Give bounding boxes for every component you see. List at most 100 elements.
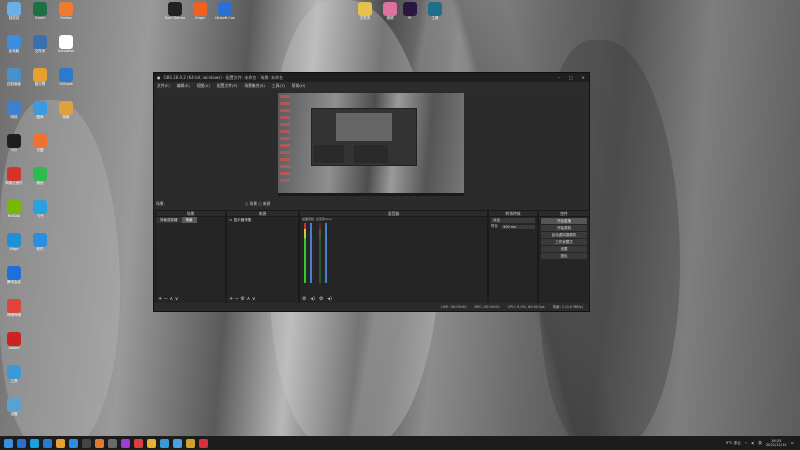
desktop-shortcut[interactable]: Excel [30,2,50,26]
desktop-shortcut[interactable]: 腾讯会议 [4,266,24,290]
taskbar-app-icon[interactable] [121,438,130,448]
virtual-camera-button[interactable]: 启动虚拟摄像机 [541,232,587,238]
speaker-icon[interactable]: ◂) [327,296,331,302]
desktop-shortcut[interactable]: 视频 [380,2,400,26]
desktop-shortcut[interactable]: 猫头鹰 [30,68,50,92]
taskbar-app-icon[interactable] [147,438,156,448]
settings-button[interactable]: 设置 [541,246,587,252]
desktop-shortcut[interactable]: Epic Games Launcher [165,2,185,26]
start-icon[interactable] [4,438,13,448]
menu-help[interactable]: 帮助(H) [292,83,305,89]
network-icon[interactable]: ⌁ [745,441,747,445]
desktop-shortcut[interactable]: 飞书 [30,200,50,224]
volume-fader[interactable] [310,223,312,283]
desktop-shortcut[interactable]: 微信 [30,167,50,191]
preview-canvas[interactable] [278,93,464,196]
desktop-shortcut[interactable]: Firefox [56,2,76,26]
desktop-shortcut[interactable]: Pr [400,2,420,26]
taskbar-app-icon[interactable] [56,438,65,448]
menu-file[interactable]: 文件(F) [157,83,170,89]
volume-fader[interactable] [325,223,327,283]
desktop-shortcut[interactable]: 网易云音乐 [4,167,24,191]
app-icon [33,200,47,214]
taskbar-app-icon[interactable] [43,438,52,448]
app-icon [7,35,21,49]
sources-toolbar[interactable]: + − ⚙ ∧ ∨ [227,295,298,303]
taskbar-app-icon[interactable] [134,438,143,448]
desktop-shortcut[interactable]: 回收站 [4,2,24,26]
minimize-icon[interactable]: – [553,75,565,80]
scene-bar-toggles[interactable]: ○ 场景 ○ 来源 [245,201,270,207]
desktop-shortcut[interactable]: 设置 [4,398,24,422]
gear-icon[interactable]: ⚙ [302,296,306,302]
taskbar-app-icon[interactable] [108,438,117,448]
desktop-shortcut[interactable]: 此电脑 [4,35,24,59]
menu-scene-collection[interactable]: 场景集合(S) [244,83,265,89]
desktop-shortcut[interactable]: Ubisoft Connect [215,2,235,26]
clock[interactable]: 16:25 2021/12/12 [766,439,787,447]
desktop-shortcut[interactable]: Autodesk [56,35,76,59]
desktop-shortcut[interactable]: VSCode [56,68,76,92]
taskbar-app-icon[interactable] [199,438,208,448]
desktop-shortcut[interactable]: NVIDIA [4,200,24,224]
desktop-shortcut[interactable]: 网络 [4,101,24,125]
desktop-shortcut[interactable]: Edge [4,233,24,257]
taskbar-app-icon[interactable] [186,438,195,448]
app-icon [7,101,21,115]
menu-tools[interactable]: 工具(T) [272,83,285,89]
desktop-shortcut-label: Autodesk [57,49,75,53]
start-recording-button[interactable]: 开始录制 [541,225,587,231]
start-streaming-button[interactable]: 开始直播 [541,218,587,224]
obs-window[interactable]: ● OBS 28.0.2 (64-bit, windows) - 配置文件: 未… [153,72,590,312]
rec-status: REC: 00:00:00 [474,305,500,309]
menu-view[interactable]: 视图(V) [197,83,210,89]
desktop-shortcut[interactable]: 工具 [425,2,445,26]
app-icon [7,2,21,16]
taskbar-app-icon[interactable] [82,438,91,448]
desktop-shortcut-label: QQ [11,148,17,152]
desktop-shortcut[interactable]: 哔哩哔哩 [4,299,24,323]
desktop-shortcut[interactable]: 工具 [4,365,24,389]
speaker-icon[interactable]: ◂) [310,296,314,302]
desktop-shortcut[interactable]: Origin [190,2,210,26]
source-item[interactable]: ▭ 显示器采集 [227,217,298,224]
taskbar-app-icon[interactable] [95,438,104,448]
notification-icon[interactable]: ▭ [791,441,794,445]
app-icon [193,2,207,16]
taskbar-app-icon[interactable] [17,438,26,448]
tab-scene-selector[interactable]: 场景选择器 [156,217,182,223]
maximize-icon[interactable]: □ [565,75,577,80]
desktop-shortcut[interactable]: QQ [4,134,24,158]
tab-scene[interactable]: 场景 [181,217,197,223]
desktop-shortcut-label: 回收站 [8,16,20,20]
title-bar[interactable]: ● OBS 28.0.2 (64-bit, windows) - 配置文件: 未… [154,73,589,82]
volume-icon[interactable]: ◂) [751,441,754,445]
taskbar-app-icon[interactable] [173,438,182,448]
desktop-shortcut-label: Epic Games Launcher [165,16,185,20]
desktop-shortcut[interactable]: Adobe [4,332,24,356]
menu-profile[interactable]: 配置文件(P) [217,83,237,89]
taskbar-app-icon[interactable] [69,438,78,448]
desktop-shortcut[interactable]: 文件夹 [355,2,375,26]
taskbar-app-icon[interactable] [30,438,39,448]
desktop-shortcut[interactable]: 软件 [30,233,50,257]
taskbar-app-icon[interactable] [160,438,169,448]
duration-input[interactable]: 300 ms [501,224,535,229]
transition-select[interactable]: 淡出 [491,218,535,223]
desktop-shortcut[interactable]: 天翼 [30,134,50,158]
desktop-shortcut[interactable]: 文件夹 [30,35,50,59]
input-language[interactable]: 英 [758,441,762,446]
exit-button[interactable]: 退出 [541,253,587,259]
desktop-shortcut[interactable]: 控制面板 [4,68,24,92]
scenes-dock: 场景 场景选择器 场景 + − ∧ ∨ [155,210,226,304]
gear-icon[interactable]: ⚙ [319,296,323,302]
desktop-shortcut[interactable]: 相册 [56,101,76,125]
weather-status[interactable]: 9°C 多云 [726,441,741,446]
desktop-shortcut[interactable]: 图库 [30,101,50,125]
scenes-toolbar[interactable]: + − ∧ ∨ [156,295,225,303]
close-icon[interactable]: ✕ [577,75,589,80]
desktop-shortcut-label: Pr [408,16,412,20]
menu-edit[interactable]: 编辑(E) [177,83,190,89]
preview-taskbar [278,193,464,196]
studio-mode-button[interactable]: 工作室模式 [541,239,587,245]
